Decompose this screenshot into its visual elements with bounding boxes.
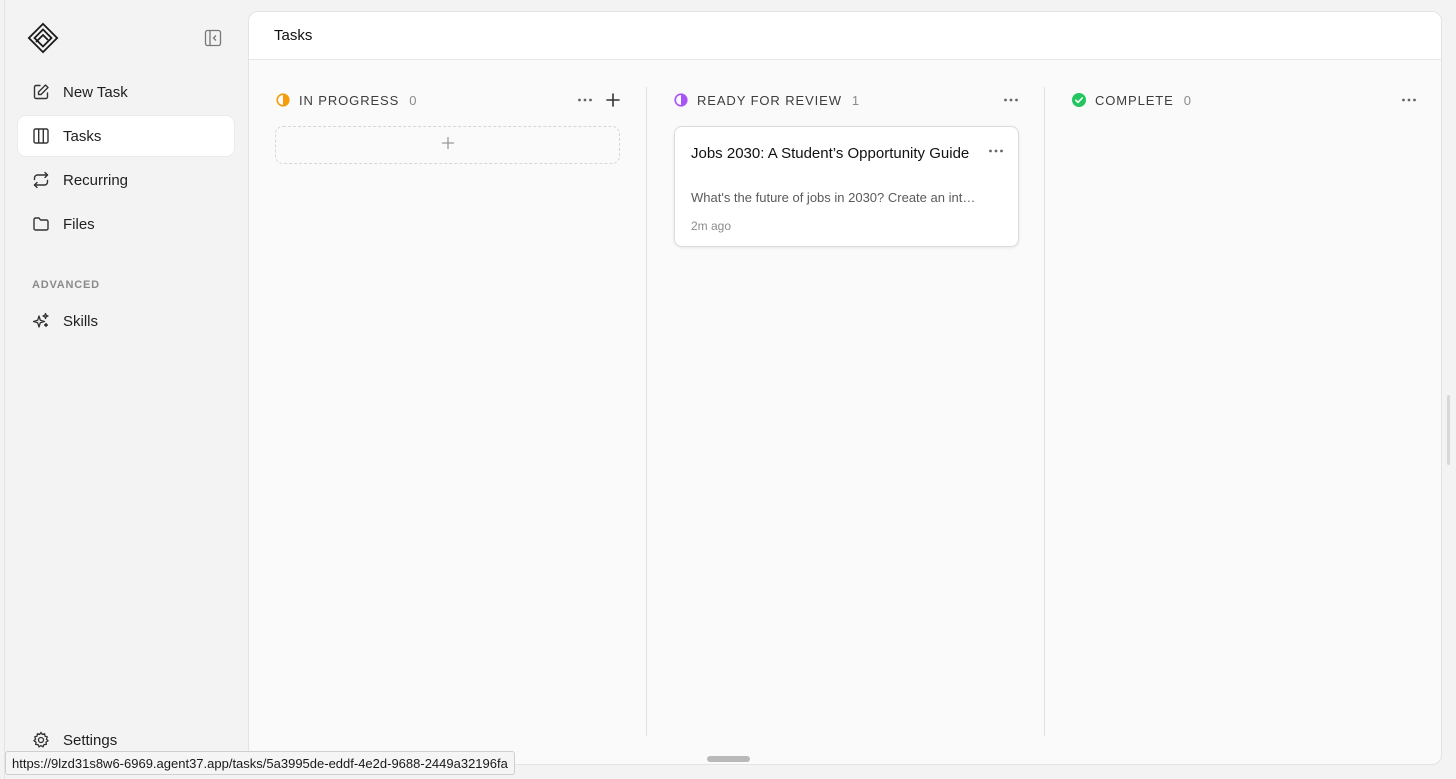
kanban-board: IN PROGRESS 0 READY FOR REVIEW 1 Jobs 20… — [249, 61, 1441, 764]
folder-icon — [32, 215, 50, 233]
window-resize-handle[interactable] — [1447, 395, 1450, 465]
half-circle-icon — [276, 93, 290, 107]
column-header: COMPLETE 0 — [1072, 90, 1417, 110]
plus-icon — [441, 136, 455, 155]
column-title: COMPLETE — [1095, 92, 1174, 108]
column-count: 1 — [851, 92, 860, 108]
edit-icon — [32, 83, 50, 101]
sidebar-item-skills[interactable]: Skills — [18, 301, 234, 341]
more-horizontal-icon[interactable] — [1003, 92, 1019, 108]
sidebar-nav: New Task Tasks Recurring Files — [18, 72, 234, 248]
sidebar-collapse-icon[interactable] — [203, 28, 223, 48]
main-panel: Tasks IN PROGRESS 0 READY FOR REVIEW 1 J… — [248, 11, 1442, 765]
sidebar-item-label: Recurring — [63, 171, 129, 189]
sidebar-item-files[interactable]: Files — [18, 204, 234, 244]
sidebar-item-label: Files — [63, 215, 95, 233]
column-header: IN PROGRESS 0 — [276, 90, 621, 110]
columns-icon — [32, 127, 50, 145]
column-complete: COMPLETE 0 — [1045, 61, 1441, 764]
page-title: Tasks — [249, 12, 1441, 60]
sidebar-item-label: Tasks — [63, 127, 102, 145]
column-in-progress: IN PROGRESS 0 — [249, 61, 647, 764]
more-horizontal-icon[interactable] — [988, 143, 1004, 159]
sidebar-item-label: Skills — [63, 312, 99, 330]
task-description: What's the future of jobs in 2030? Creat… — [691, 190, 981, 205]
column-header: READY FOR REVIEW 1 — [674, 90, 1019, 110]
sidebar-item-tasks[interactable]: Tasks — [18, 116, 234, 156]
sidebar-item-recurring[interactable]: Recurring — [18, 160, 234, 200]
more-horizontal-icon[interactable] — [1401, 92, 1417, 108]
column-count: 0 — [409, 92, 417, 108]
sidebar-advanced-nav: Skills — [18, 301, 234, 345]
gear-icon — [32, 731, 50, 749]
sparkles-icon — [32, 312, 50, 330]
more-horizontal-icon[interactable] — [577, 92, 593, 108]
repeat-icon — [32, 171, 50, 189]
task-title: Jobs 2030: A Student’s Opportunity Guide — [691, 145, 970, 162]
section-label-advanced: ADVANCED — [32, 279, 100, 291]
check-circle-icon — [1072, 93, 1086, 107]
column-ready-for-review: READY FOR REVIEW 1 Jobs 2030: A Student’… — [647, 61, 1045, 764]
link-preview-url: https://9lzd31s8w6-6969.agent37.app/task… — [5, 751, 515, 775]
task-card[interactable]: Jobs 2030: A Student’s Opportunity Guide… — [674, 126, 1019, 247]
sidebar-item-label: New Task — [63, 83, 128, 101]
column-title: IN PROGRESS — [299, 92, 400, 108]
horizontal-scrollbar[interactable] — [707, 756, 750, 762]
task-timestamp: 2m ago — [691, 219, 732, 233]
sidebar-item-new-task[interactable]: New Task — [18, 72, 234, 112]
half-circle-icon — [674, 93, 688, 107]
sidebar: New Task Tasks Recurring Files ADVANCED … — [5, 0, 248, 779]
sidebar-item-label: Settings — [63, 731, 118, 749]
add-task-icon[interactable] — [605, 92, 621, 108]
add-task-placeholder[interactable] — [275, 126, 620, 164]
column-title: READY FOR REVIEW — [697, 92, 842, 108]
app-logo-icon[interactable] — [27, 22, 59, 54]
column-count: 0 — [1183, 92, 1191, 108]
